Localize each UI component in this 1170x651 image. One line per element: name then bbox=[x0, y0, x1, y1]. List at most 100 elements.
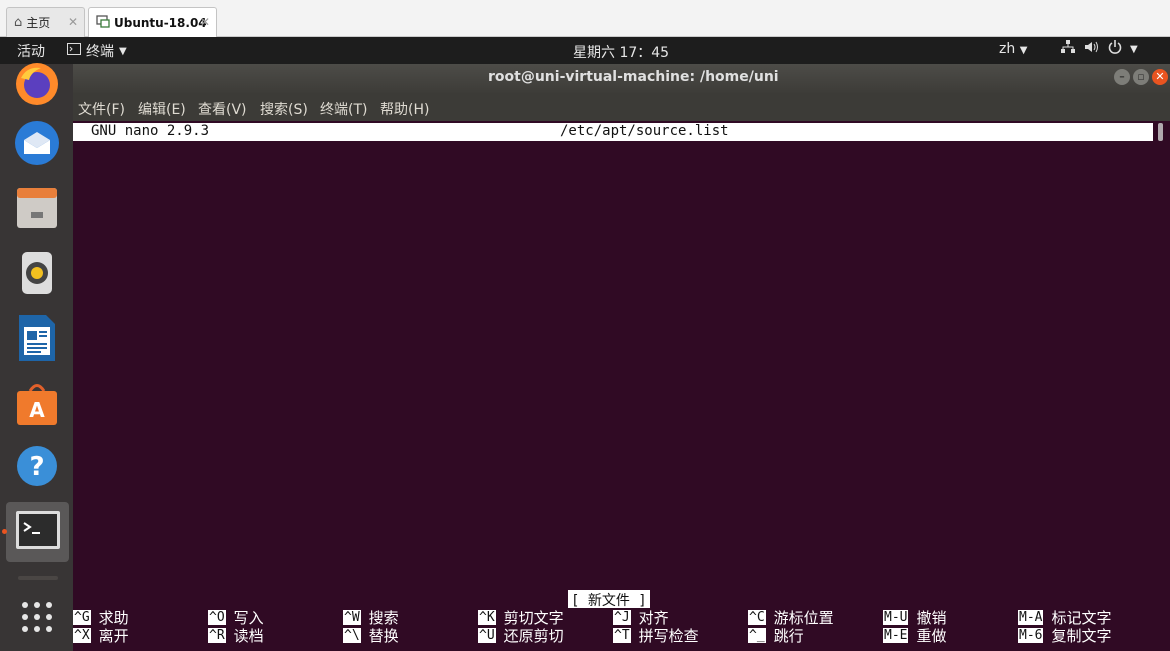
shortcut-label: 重做 bbox=[916, 627, 947, 645]
shortcut-item: ^R 读档 bbox=[208, 627, 264, 645]
dock-help[interactable]: ? bbox=[9, 440, 65, 496]
shortcut-key: ^J bbox=[613, 610, 631, 625]
terminal-menubar: 文件(F) 编辑(E) 查看(V) 搜索(S) 终端(T) 帮助(H) bbox=[73, 93, 1170, 121]
window-title: root@uni-virtual-machine: /home/uni bbox=[488, 69, 779, 85]
menu-view[interactable]: 查看(V) bbox=[198, 99, 247, 119]
firefox-icon bbox=[13, 60, 61, 112]
terminal-small-icon bbox=[67, 43, 81, 59]
help-icon: ? bbox=[15, 444, 59, 492]
shortcut-key: ^C bbox=[748, 610, 766, 625]
shortcut-key: M-6 bbox=[1018, 628, 1044, 643]
power-icon bbox=[1108, 40, 1122, 58]
shortcut-label: 跳行 bbox=[773, 627, 804, 645]
shortcut-item: ^_ 跳行 bbox=[748, 627, 804, 645]
svg-text:?: ? bbox=[29, 452, 44, 482]
dock-app-grid[interactable] bbox=[9, 591, 65, 647]
host-tab-vm[interactable]: Ubuntu-18.04 ✕ bbox=[88, 7, 217, 38]
dock: A ? bbox=[0, 63, 73, 651]
shortcut-item: ^K 剪切文字 bbox=[478, 609, 564, 627]
menu-edit[interactable]: 编辑(E) bbox=[138, 99, 186, 119]
shortcut-item: ^C 游标位置 bbox=[748, 609, 834, 627]
host-tab-bar: ⌂ 主页 ✕ Ubuntu-18.04 ✕ bbox=[0, 0, 1170, 38]
shortcut-key: ^K bbox=[478, 610, 496, 625]
host-tab-label: 主页 bbox=[26, 16, 51, 30]
shortcut-key: ^R bbox=[208, 628, 226, 643]
libreoffice-writer-icon bbox=[16, 313, 58, 367]
nano-version: GNU nano 2.9.3 bbox=[91, 123, 210, 139]
shortcut-key: ^T bbox=[613, 628, 631, 643]
shortcut-key: ^G bbox=[73, 610, 91, 625]
terminal-icon bbox=[15, 510, 61, 554]
host-tab-label: Ubuntu-18.04 bbox=[114, 16, 207, 30]
maximize-button[interactable]: ▫ bbox=[1133, 69, 1149, 85]
software-center-icon: A bbox=[14, 379, 60, 431]
dock-separator bbox=[18, 576, 58, 580]
app-grid-icon bbox=[20, 600, 54, 638]
shortcut-label: 离开 bbox=[98, 627, 129, 645]
shortcut-item: ^J 对齐 bbox=[613, 609, 669, 627]
dock-terminal[interactable] bbox=[6, 502, 69, 562]
language-indicator[interactable]: zh ▼ bbox=[999, 41, 1027, 57]
minimize-button[interactable]: – bbox=[1114, 69, 1130, 85]
dock-software-center[interactable]: A bbox=[9, 377, 65, 433]
rhythmbox-icon bbox=[15, 250, 59, 300]
dock-files[interactable] bbox=[9, 182, 65, 238]
shortcut-item: ^W 搜索 bbox=[343, 609, 399, 627]
thunderbird-icon bbox=[12, 118, 62, 172]
vm-icon bbox=[96, 14, 110, 32]
network-icon bbox=[1060, 40, 1076, 58]
shortcut-key: ^W bbox=[343, 610, 361, 625]
shortcut-label: 替换 bbox=[368, 627, 399, 645]
app-menu[interactable]: 终端 ▼ bbox=[67, 41, 127, 61]
system-tray[interactable]: ▼ bbox=[1060, 40, 1138, 58]
nano-status: [ 新文件 ] bbox=[568, 590, 650, 609]
scrollbar[interactable] bbox=[1155, 123, 1170, 650]
shortcut-key: M-U bbox=[883, 610, 909, 625]
window-titlebar[interactable]: root@uni-virtual-machine: /home/uni – ▫ … bbox=[73, 64, 1170, 93]
home-icon: ⌂ bbox=[14, 15, 23, 30]
chevron-down-icon: ▼ bbox=[119, 45, 127, 57]
shortcut-item: ^T 拼写检查 bbox=[613, 627, 699, 645]
shortcut-item: ^X 离开 bbox=[73, 627, 129, 645]
dock-thunderbird[interactable] bbox=[9, 117, 65, 173]
shortcut-key: M-E bbox=[883, 628, 909, 643]
menu-search[interactable]: 搜索(S) bbox=[260, 99, 308, 119]
shortcut-key: ^\ bbox=[343, 628, 361, 643]
dock-firefox[interactable] bbox=[9, 58, 65, 114]
shortcut-item: M-6 复制文字 bbox=[1018, 627, 1112, 645]
volume-icon bbox=[1084, 40, 1100, 58]
files-icon bbox=[15, 185, 59, 235]
terminal-area[interactable]: GNU nano 2.9.3 /etc/apt/source.list [ 新文… bbox=[73, 121, 1170, 651]
close-tab-icon[interactable]: ✕ bbox=[68, 15, 78, 29]
shortcut-item: ^U 还原剪切 bbox=[478, 627, 564, 645]
menu-file[interactable]: 文件(F) bbox=[78, 99, 125, 119]
shortcut-label: 拼写检查 bbox=[638, 627, 699, 645]
shortcut-item: ^O 写入 bbox=[208, 609, 264, 627]
dock-libreoffice-writer[interactable] bbox=[9, 312, 65, 368]
scrollbar-thumb[interactable] bbox=[1158, 123, 1163, 141]
running-indicator bbox=[2, 529, 7, 534]
shortcut-label: 还原剪切 bbox=[503, 627, 564, 645]
close-tab-icon[interactable]: ✕ bbox=[200, 15, 210, 29]
chevron-down-icon: ▼ bbox=[1019, 45, 1028, 56]
chevron-down-icon: ▼ bbox=[1130, 43, 1138, 55]
shortcut-label: 复制文字 bbox=[1051, 627, 1112, 645]
shortcut-item: ^G 求助 bbox=[73, 609, 129, 627]
shortcut-item: ^\ 替换 bbox=[343, 627, 399, 645]
shortcut-label: 读档 bbox=[233, 627, 264, 645]
menu-help[interactable]: 帮助(H) bbox=[380, 99, 429, 119]
top-panel: 活动 终端 ▼ 星期六 17：45 zh ▼ ▼ bbox=[0, 37, 1170, 64]
dock-rhythmbox[interactable] bbox=[9, 247, 65, 303]
svg-text:A: A bbox=[29, 398, 45, 422]
nano-title-bar: GNU nano 2.9.3 /etc/apt/source.list bbox=[73, 123, 1153, 141]
shortcut-item: M-U 撤销 bbox=[883, 609, 947, 627]
menu-terminal[interactable]: 终端(T) bbox=[320, 99, 367, 119]
nano-filename: /etc/apt/source.list bbox=[560, 123, 729, 139]
shortcut-key: ^U bbox=[478, 628, 496, 643]
close-button[interactable]: ✕ bbox=[1152, 69, 1168, 85]
host-tab-home[interactable]: ⌂ 主页 ✕ bbox=[6, 7, 85, 37]
clock[interactable]: 星期六 17：45 bbox=[573, 42, 669, 62]
app-menu-label: 终端 bbox=[86, 44, 114, 60]
shortcut-key: ^X bbox=[73, 628, 91, 643]
shortcut-item: M-A 标记文字 bbox=[1018, 609, 1112, 627]
